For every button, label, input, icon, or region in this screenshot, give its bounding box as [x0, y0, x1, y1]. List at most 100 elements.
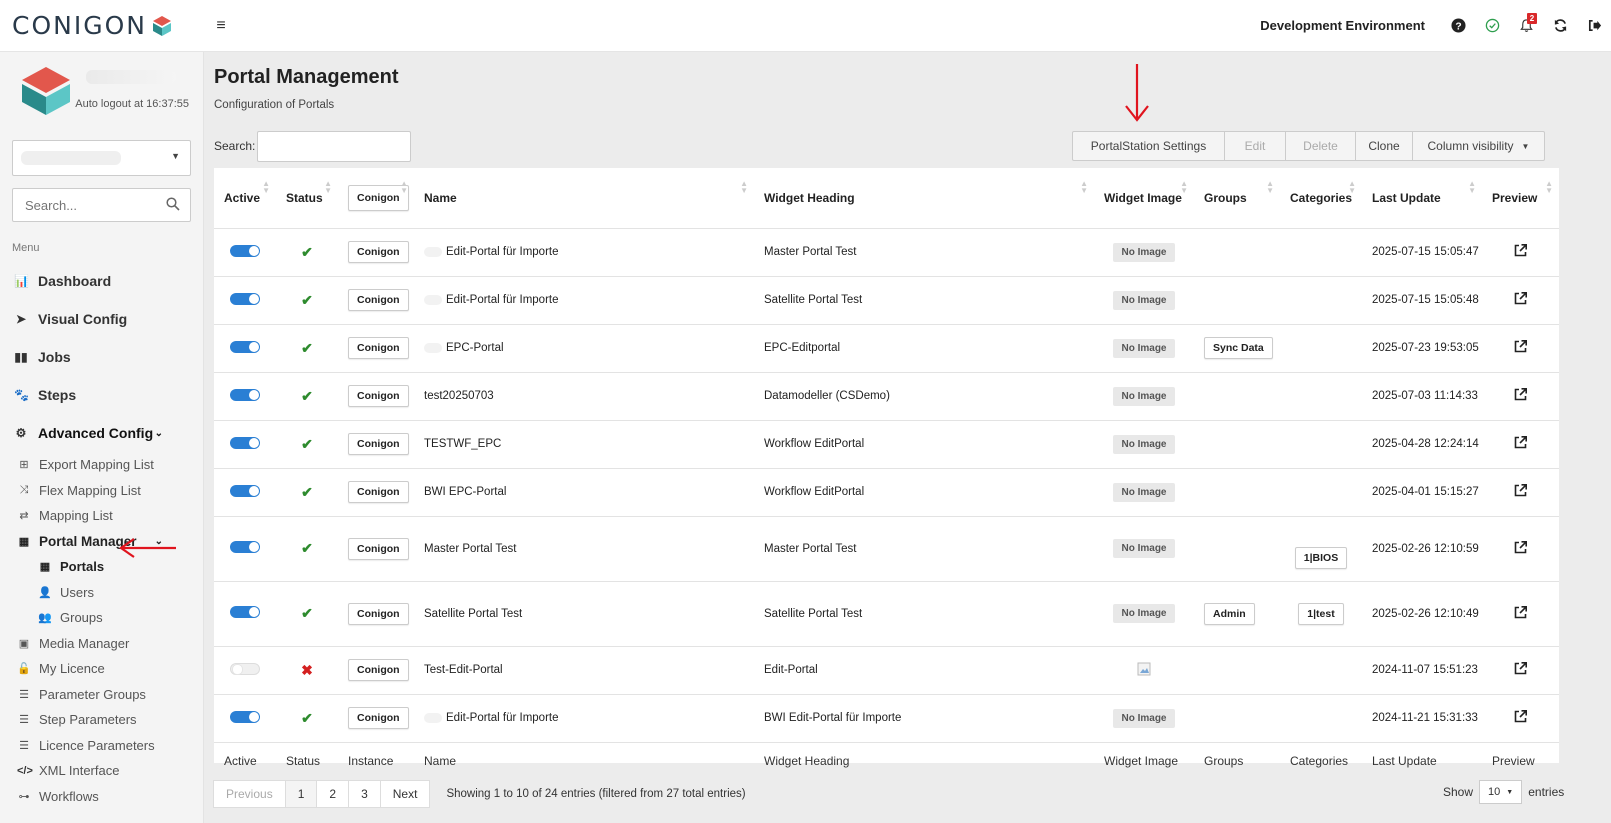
col-header-widget-heading[interactable]: Widget Heading ▲ ▼	[754, 168, 1094, 229]
sidebar-item-export-mapping-list[interactable]: ⊞ Export Mapping List	[0, 452, 203, 478]
active-toggle[interactable]	[230, 484, 260, 497]
refresh-icon[interactable]	[1543, 0, 1577, 52]
cell-active	[214, 372, 276, 421]
delete-button[interactable]: Delete	[1285, 131, 1356, 161]
brand[interactable]: CONIGON	[0, 0, 204, 52]
external-link-icon[interactable]	[1513, 291, 1528, 306]
sidebar-item-dashboard[interactable]: 📊 Dashboard	[0, 262, 203, 300]
cell-groups	[1194, 420, 1280, 469]
table-row[interactable]: ✔ Conigon TESTWF_EPC Workflow EditPortal No …	[214, 420, 1559, 469]
sidebar-item-label: Parameter Groups	[39, 686, 146, 702]
table-row[interactable]: ✔ Conigon Edit-Portal für Importe BWI Edit-…	[214, 694, 1559, 743]
search-icon[interactable]	[166, 197, 180, 211]
status-ok-icon[interactable]	[1475, 0, 1509, 52]
table-row[interactable]: ✖ Conigon Test-Edit-Portal Edit-Portal 2024-…	[214, 646, 1559, 695]
sidebar-item-steps[interactable]: 🐾 Steps	[0, 376, 203, 414]
portal-name: Test-Edit-Portal	[424, 664, 503, 676]
external-link-icon[interactable]	[1513, 339, 1528, 354]
sidebar-item-users[interactable]: 👤 Users	[0, 580, 203, 606]
portalstation-settings-button[interactable]: PortalStation Settings	[1072, 131, 1225, 161]
sidebar-item-step-parameters[interactable]: ☰ Step Parameters	[0, 707, 203, 733]
table-search-input[interactable]	[257, 131, 411, 162]
sidebar-item-jobs[interactable]: ▮▮ Jobs	[0, 338, 203, 376]
col-header-last-update[interactable]: Last Update ▲ ▼	[1362, 168, 1482, 229]
external-link-icon[interactable]	[1513, 435, 1528, 450]
col-header-status[interactable]: Status ▲ ▼	[276, 168, 338, 229]
sidebar-item-media-manager[interactable]: ▣ Media Manager	[0, 631, 203, 657]
col-header-name[interactable]: Name ▲ ▼	[414, 168, 754, 229]
sidebar-item-mapping-list[interactable]: ⇄ Mapping List	[0, 503, 203, 529]
notifications-bell-icon[interactable]: 2	[1509, 0, 1543, 52]
external-link-icon[interactable]	[1513, 661, 1528, 676]
active-toggle[interactable]	[230, 710, 260, 723]
sidebar-item-visual-config[interactable]: ➤ Visual Config	[0, 300, 203, 338]
external-link-icon[interactable]	[1513, 709, 1528, 724]
sidebar-item-groups[interactable]: 👥 Groups	[0, 605, 203, 631]
cell-groups	[1194, 276, 1280, 325]
sidebar-item-licence-parameters[interactable]: ☰ Licence Parameters	[0, 733, 203, 759]
table-row[interactable]: ✔ Conigon Master Portal Test Master Portal …	[214, 516, 1559, 582]
sidebar-item-label: Jobs	[38, 349, 71, 365]
active-toggle[interactable]	[230, 292, 260, 305]
cell-widget-heading: Workflow EditPortal	[754, 420, 1094, 469]
active-toggle[interactable]	[230, 662, 260, 675]
pagination-next[interactable]: Next	[379, 780, 431, 808]
external-link-icon[interactable]	[1513, 243, 1528, 258]
active-toggle[interactable]	[230, 340, 260, 353]
col-header-preview[interactable]: Preview ▲ ▼	[1482, 168, 1559, 229]
active-toggle[interactable]	[230, 606, 260, 618]
col-header-label: Widget Heading	[764, 190, 855, 205]
active-toggle[interactable]	[230, 541, 260, 553]
column-visibility-button[interactable]: Column visibility ▼	[1412, 131, 1545, 161]
cell-instance: Conigon	[338, 694, 414, 743]
table-row[interactable]: ✔ Conigon BWI EPC-Portal Workflow EditPorta…	[214, 468, 1559, 517]
sidebar-item-label: Visual Config	[38, 311, 128, 327]
external-link-icon[interactable]	[1513, 605, 1528, 620]
table-row[interactable]: ✔ Conigon EPC-Portal EPC-Editportal No Image…	[214, 324, 1559, 373]
sidebar-item-parameter-groups[interactable]: ☰ Parameter Groups	[0, 682, 203, 708]
sort-icon: ▲ ▼	[400, 179, 408, 195]
sidebar-item-workflows[interactable]: ⊶ Workflows	[0, 784, 203, 810]
sidebar-item-label: Advanced Config	[38, 425, 154, 441]
cell-categories	[1280, 646, 1362, 695]
pagination-page-1[interactable]: 1	[284, 780, 318, 808]
col-header-widget-image[interactable]: Widget Image ▲ ▼	[1094, 168, 1194, 229]
col-header-active[interactable]: Active ▲ ▼	[214, 168, 276, 229]
col-header-groups[interactable]: Groups ▲ ▼	[1194, 168, 1280, 229]
pagination-page-2[interactable]: 2	[316, 780, 350, 808]
sort-icon: ▲ ▼	[1080, 179, 1088, 195]
entries-label: entries	[1528, 785, 1565, 799]
exchange-icon: ⇄	[19, 510, 29, 523]
sidebar-item-advanced-config[interactable]: ⚙ Advanced Config ⌄	[0, 414, 203, 452]
help-icon[interactable]: ?	[1441, 0, 1475, 52]
sidebar-item-flex-mapping-list[interactable]: ⤨ Flex Mapping List	[0, 478, 203, 504]
edit-button[interactable]: Edit	[1224, 131, 1286, 161]
col-header-label: Name	[424, 190, 457, 205]
page-size-select[interactable]: 10 ▼	[1479, 780, 1523, 804]
logout-icon[interactable]	[1577, 0, 1611, 52]
external-link-icon[interactable]	[1513, 387, 1528, 402]
group-chip: Admin	[1204, 602, 1255, 625]
menu-toggle-icon[interactable]: ≡	[210, 17, 232, 35]
external-link-icon[interactable]	[1513, 540, 1528, 555]
pagination-previous[interactable]: Previous	[213, 780, 286, 808]
active-toggle[interactable]	[230, 244, 260, 257]
sidebar-item-my-licence[interactable]: 🔓 My Licence	[0, 656, 203, 682]
external-link-icon[interactable]	[1513, 483, 1528, 498]
footer-last-update: Last Update	[1372, 754, 1437, 769]
sidebar-search-input[interactable]	[13, 189, 163, 221]
table-row[interactable]: ✔ Conigon Edit-Portal für Importe Satellite…	[214, 276, 1559, 325]
pagination-page-3[interactable]: 3	[348, 780, 381, 808]
table-row[interactable]: ✔ Conigon Edit-Portal für Importe Master Po…	[214, 228, 1559, 277]
active-toggle[interactable]	[230, 436, 260, 449]
table-row[interactable]: ✔ Conigon Satellite Portal Test Satellite P…	[214, 581, 1559, 647]
category-chip: 1|BIOS	[1294, 546, 1348, 569]
sidebar-item-xml-interface[interactable]: </> XML Interface	[0, 758, 203, 784]
sidebar: Auto logout at 16:37:55 ▼ Menu 📊 Dashboa…	[0, 52, 204, 823]
active-toggle[interactable]	[230, 388, 260, 401]
instance-select[interactable]: ▼	[12, 140, 191, 176]
cell-instance: Conigon	[338, 468, 414, 517]
table-row[interactable]: ✔ Conigon test20250703 Datamodeller (CSDemo…	[214, 372, 1559, 421]
clone-button[interactable]: Clone	[1355, 131, 1413, 161]
col-header-categories[interactable]: Categories ▲ ▼	[1280, 168, 1362, 229]
